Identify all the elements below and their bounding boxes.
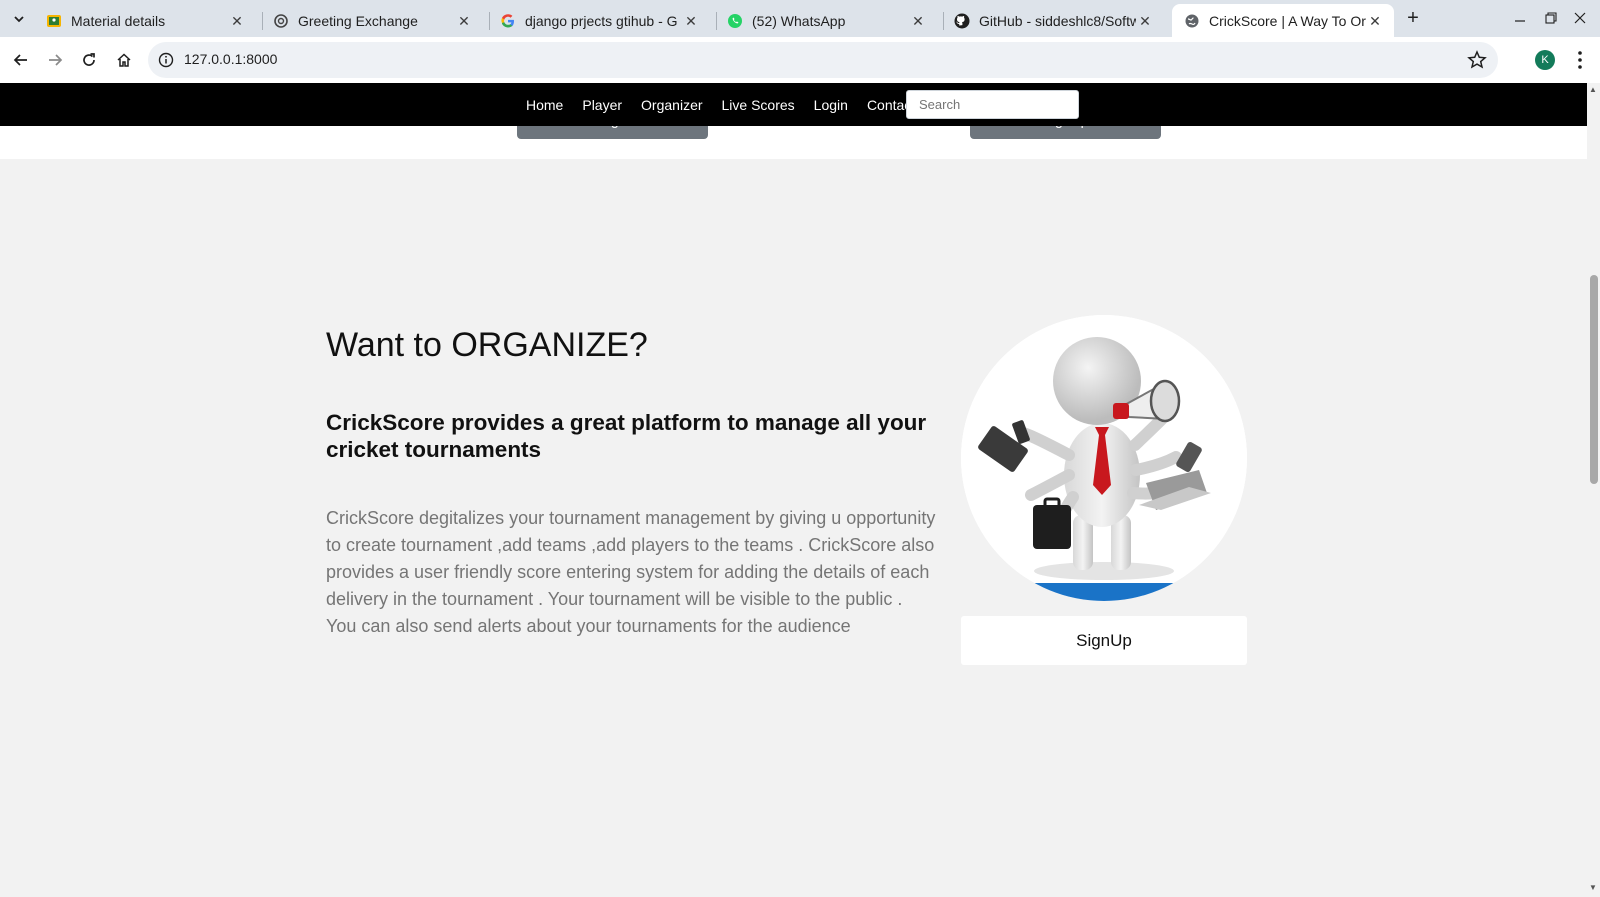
nav-live-scores[interactable]: Live Scores [722,97,795,113]
tab-greeting-exchange[interactable]: Greeting Exchange ✕ [261,4,483,37]
tab-close-icon[interactable]: ✕ [682,12,700,30]
nav-login[interactable]: Login [814,97,848,113]
globe-icon [1184,13,1200,29]
tab-close-icon[interactable]: ✕ [228,12,246,30]
url-text[interactable]: 127.0.0.1:8000 [184,51,277,67]
tab-close-icon[interactable]: ✕ [909,12,927,30]
restore-icon [1545,12,1557,24]
github-icon [954,13,970,29]
new-tab-button[interactable]: + [1402,8,1424,30]
close-window-button[interactable] [1569,8,1591,30]
site-navbar: Home Player Organizer Live Scores Login … [0,83,1587,126]
section-description: CrickScore degitalizes your tournament m… [326,508,936,636]
home-button[interactable] [112,48,136,72]
openai-icon [273,13,289,29]
organizer-illustration [961,315,1247,601]
signup-button[interactable]: SignUp [961,616,1247,665]
page-viewport: Login SignUp Home Player Organizer Live … [0,83,1600,897]
tab-django-projects[interactable]: django prjects gtihub - G ✕ [488,4,710,37]
minimize-button[interactable] [1509,8,1531,30]
reload-icon [83,53,95,66]
classroom-icon [46,13,62,29]
scrollbar-thumb[interactable] [1590,275,1598,484]
tab-whatsapp[interactable]: (52) WhatsApp ✕ [715,4,937,37]
profile-avatar[interactable]: K [1535,50,1555,70]
section-subheading: CrickScore provides a great platform to … [326,410,927,462]
browser-toolbar: 127.0.0.1:8000 K [0,37,1600,83]
page-scrollbar[interactable]: ▲ ▼ [1587,83,1600,897]
chevron-down-icon [14,16,24,23]
tab-strip: Material details ✕ Greeting Exchange ✕ d… [0,0,1600,37]
reload-button[interactable] [77,48,101,72]
tab-github[interactable]: GitHub - siddeshlc8/Softw ✕ [942,4,1164,37]
info-icon[interactable] [158,52,174,68]
organizer-figure-image [961,315,1247,601]
tab-search-button[interactable] [7,7,31,31]
kebab-menu-icon[interactable] [1572,49,1588,71]
home-icon [117,53,131,67]
scroll-up-arrow-icon[interactable]: ▲ [1589,85,1597,94]
nav-home[interactable]: Home [526,97,563,113]
tab-close-icon[interactable]: ✕ [1136,12,1154,30]
whatsapp-icon [727,13,743,29]
tab-close-icon[interactable]: ✕ [455,12,473,30]
nav-organizer[interactable]: Organizer [641,97,702,113]
forward-button[interactable] [43,48,67,72]
tab-close-icon[interactable]: ✕ [1366,12,1384,30]
nav-links: Home Player Organizer Live Scores Login … [526,83,934,126]
tab-material-details[interactable]: Material details ✕ [34,4,256,37]
close-icon [1574,12,1586,24]
nav-player[interactable]: Player [582,97,622,113]
bookmark-star-icon[interactable] [1466,49,1488,71]
minimize-icon [1515,20,1525,22]
section-heading: Want to ORGANIZE? [326,326,648,364]
scroll-down-arrow-icon[interactable]: ▼ [1589,883,1597,892]
back-button[interactable] [9,48,33,72]
restore-button[interactable] [1540,8,1562,30]
google-icon [500,13,516,29]
address-bar[interactable]: 127.0.0.1:8000 [148,42,1498,78]
forward-arrow-icon [49,54,63,66]
search-input[interactable] [906,90,1079,119]
tab-crickscore[interactable]: CrickScore | A Way To Org ✕ [1172,4,1394,37]
back-arrow-icon [13,54,27,66]
